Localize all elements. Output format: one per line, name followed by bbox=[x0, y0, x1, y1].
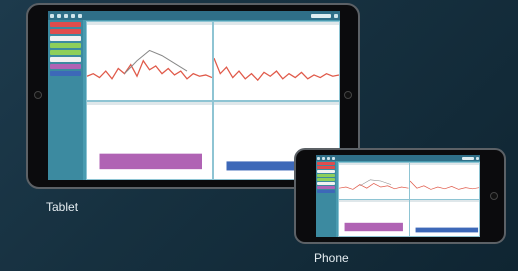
phone-screen bbox=[316, 155, 480, 237]
app-sidebar bbox=[48, 20, 83, 180]
toolbar-field[interactable] bbox=[311, 13, 331, 18]
toolbar-field[interactable] bbox=[462, 156, 474, 160]
bar-chart bbox=[344, 222, 403, 232]
app-toolbar bbox=[48, 11, 340, 20]
plot-bottom-left[interactable] bbox=[87, 101, 212, 179]
phone-device bbox=[294, 148, 506, 244]
sidebar-item[interactable] bbox=[50, 29, 81, 34]
search-icon[interactable] bbox=[334, 13, 338, 18]
sidebar-item[interactable] bbox=[317, 178, 335, 181]
sidebar-item[interactable] bbox=[50, 71, 81, 76]
tablet-label: Tablet bbox=[46, 200, 79, 214]
app-sidebar bbox=[316, 161, 336, 237]
overlay-line bbox=[359, 179, 392, 187]
search-icon[interactable] bbox=[476, 156, 479, 160]
plot-top-left[interactable] bbox=[339, 163, 409, 199]
sidebar-item[interactable] bbox=[50, 57, 81, 62]
plot-top-right[interactable] bbox=[409, 163, 479, 199]
close-icon[interactable] bbox=[71, 13, 75, 18]
menu-icon[interactable] bbox=[317, 156, 320, 160]
sidebar-item[interactable] bbox=[50, 22, 81, 27]
bar-chart bbox=[415, 227, 478, 233]
sidebar-item[interactable] bbox=[317, 170, 335, 173]
phone-home-button[interactable] bbox=[490, 192, 498, 200]
sidebar-item[interactable] bbox=[317, 166, 335, 169]
purple-bar bbox=[344, 222, 403, 232]
sidebar-item[interactable] bbox=[50, 36, 81, 41]
sidebar-item[interactable] bbox=[50, 50, 81, 55]
sidebar-item[interactable] bbox=[317, 162, 335, 165]
plot-grid bbox=[338, 162, 480, 237]
print-icon[interactable] bbox=[327, 156, 330, 160]
sidebar-item[interactable] bbox=[317, 186, 335, 189]
plot-top-right[interactable] bbox=[214, 22, 339, 100]
waveform-line bbox=[409, 180, 479, 190]
waveform-line bbox=[339, 182, 409, 190]
blue-bar bbox=[415, 227, 478, 233]
bar-chart bbox=[99, 153, 202, 169]
plot-bottom-right[interactable] bbox=[409, 200, 479, 236]
sidebar-item[interactable] bbox=[317, 174, 335, 177]
sidebar-item[interactable] bbox=[50, 43, 81, 48]
waveform-chart bbox=[339, 179, 409, 190]
sidebar-item[interactable] bbox=[317, 182, 335, 185]
save-icon[interactable] bbox=[322, 156, 325, 160]
waveform-chart bbox=[214, 57, 339, 82]
waveform-chart bbox=[409, 180, 479, 190]
print-icon[interactable] bbox=[64, 13, 68, 18]
close-icon[interactable] bbox=[332, 156, 335, 160]
purple-bar bbox=[99, 153, 202, 169]
tablet-camera bbox=[34, 91, 42, 99]
settings-icon[interactable] bbox=[78, 13, 82, 18]
save-icon[interactable] bbox=[57, 13, 61, 18]
waveform-chart bbox=[87, 49, 212, 80]
waveform-line bbox=[87, 59, 212, 80]
sidebar-item[interactable] bbox=[50, 64, 81, 69]
plot-bottom-left[interactable] bbox=[339, 200, 409, 236]
waveform-line bbox=[214, 57, 339, 82]
menu-icon[interactable] bbox=[50, 13, 54, 18]
app-toolbar bbox=[316, 155, 480, 161]
plot-top-left[interactable] bbox=[87, 22, 212, 100]
tablet-home-button[interactable] bbox=[344, 91, 352, 99]
phone-label: Phone bbox=[314, 251, 349, 265]
sidebar-item[interactable] bbox=[317, 190, 335, 193]
